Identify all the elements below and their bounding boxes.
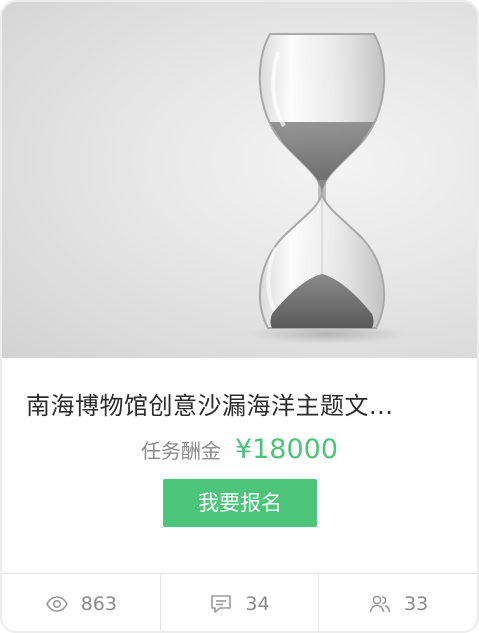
- participants-count: 33: [404, 592, 429, 615]
- task-card[interactable]: 南海博物馆创意沙漏海洋主题文... 任务酬金 ¥18000 我要报名 863 3…: [0, 0, 479, 633]
- reward-row: 任务酬金 ¥18000: [2, 434, 477, 465]
- users-icon: [368, 592, 392, 616]
- apply-button[interactable]: 我要报名: [163, 479, 317, 527]
- card-image[interactable]: [2, 2, 477, 358]
- reward-label: 任务酬金: [140, 439, 221, 463]
- stats-bar: 863 34 33: [2, 574, 477, 631]
- reward-amount: ¥18000: [234, 434, 339, 465]
- participants-stat[interactable]: 33: [318, 574, 477, 631]
- views-count: 863: [80, 592, 117, 615]
- comments-stat[interactable]: 34: [159, 574, 319, 631]
- comments-count: 34: [245, 592, 270, 615]
- comment-icon: [209, 592, 233, 616]
- hourglass-image: [247, 33, 407, 344]
- views-stat[interactable]: 863: [2, 574, 160, 631]
- task-title[interactable]: 南海博物馆创意沙漏海洋主题文...: [26, 386, 456, 421]
- eye-icon: [45, 592, 69, 616]
